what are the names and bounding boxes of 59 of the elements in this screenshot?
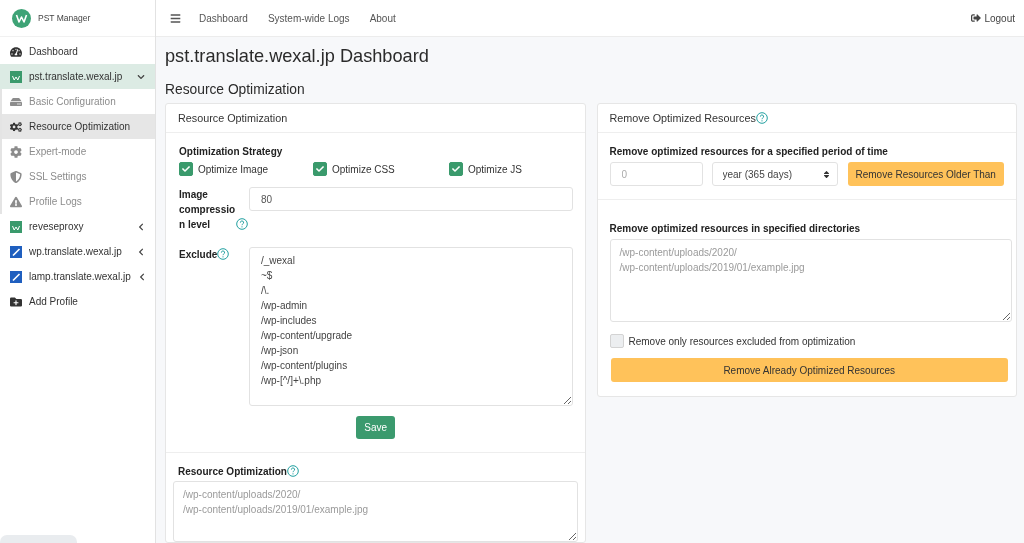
help-icon[interactable]: [236, 218, 248, 230]
checkbox-label: Optimize JS: [468, 163, 522, 175]
field-label: Exclude: [179, 249, 218, 260]
checkbox-label: Optimize CSS: [332, 163, 395, 175]
check-icon: [182, 165, 190, 173]
chevron-left-icon: [137, 247, 145, 256]
checkbox[interactable]: [449, 162, 463, 176]
warning-icon: [10, 195, 22, 208]
text-area[interactable]: /wp-content/uploads/2020/ /wp-content/uploads/2019/01/example.jpg: [173, 481, 578, 542]
chevron-left-icon: [137, 272, 146, 281]
text-area[interactable]: /wp-content/uploads/2020/ /wp-content/uploads/2019/01/example.jpg: [609, 239, 1012, 322]
remove-all-button[interactable]: Remove Already Optimized Resources: [610, 358, 1008, 382]
text-area[interactable]: /_wexal ~$ /\. /wp-admin /wp-includes /wp-content/upgrade /wp-json /wp-content/plugins /wp-[^/]+\.php: [249, 247, 573, 406]
chevron-down-icon: [137, 72, 145, 81]
logo-icon: [12, 8, 31, 28]
checkbox[interactable]: [313, 162, 327, 176]
menu-icon: [170, 12, 181, 24]
help-icon[interactable]: [755, 112, 768, 124]
remove-older-button[interactable]: Remove Resources Older Than: [847, 162, 1004, 186]
pencil-tile-icon: [10, 245, 22, 258]
w-tile-icon: [10, 70, 22, 83]
menu-button[interactable]: [170, 12, 181, 24]
shield-icon: [10, 170, 22, 183]
checkbox-label: Remove only resources excluded from optimization: [628, 335, 856, 347]
chevron-left-icon: [137, 222, 145, 231]
field-label: Resource Optimization: [178, 465, 287, 477]
sidebar-item[interactable]: pst.translate.wexal.jp: [0, 64, 155, 89]
logout-link[interactable]: Logout: [971, 12, 1015, 24]
gears-icon: [10, 120, 22, 133]
sort-arrows-icon: [822, 170, 830, 179]
drive-icon: [10, 95, 22, 108]
help-icon[interactable]: [286, 465, 299, 477]
gauge-icon: [10, 45, 22, 58]
pencil-tile-icon: [10, 270, 22, 283]
nav-link[interactable]: System-wide Logs: [267, 12, 350, 24]
w-tile-icon: [10, 220, 22, 233]
nav-link[interactable]: Dashboard: [199, 12, 248, 24]
card-title: Remove Optimized Resources: [609, 112, 756, 124]
input-field[interactable]: 80: [249, 187, 573, 211]
section-heading: Resource Optimization: [165, 81, 305, 99]
unit-select[interactable]: year (365 days): [711, 162, 838, 186]
field-label: Optimization Strategy: [179, 145, 283, 159]
check-icon: [452, 165, 460, 173]
field-label: Remove optimized resources for a specified period of time: [609, 145, 888, 159]
field-label: Remove optimized resources in specified directories: [609, 222, 861, 236]
sidebar-subitem[interactable]: Resource Optimization: [0, 114, 155, 139]
folder-plus-icon: [10, 295, 22, 308]
checkbox-label: Optimize Image: [198, 163, 269, 175]
field-label: Image compression level: [179, 188, 236, 232]
logout-icon: [971, 13, 982, 23]
input-field[interactable]: 0: [609, 162, 703, 186]
check-icon: [316, 165, 324, 173]
brand-name: PST Manager: [38, 13, 91, 23]
gear-icon: [10, 145, 22, 158]
card-title: Resource Optimization: [178, 112, 288, 124]
page-title: pst.translate.wexal.jp Dashboard: [165, 45, 429, 68]
nav-link[interactable]: About: [369, 12, 396, 24]
help-icon[interactable]: [217, 248, 230, 260]
checkbox[interactable]: [179, 162, 193, 176]
